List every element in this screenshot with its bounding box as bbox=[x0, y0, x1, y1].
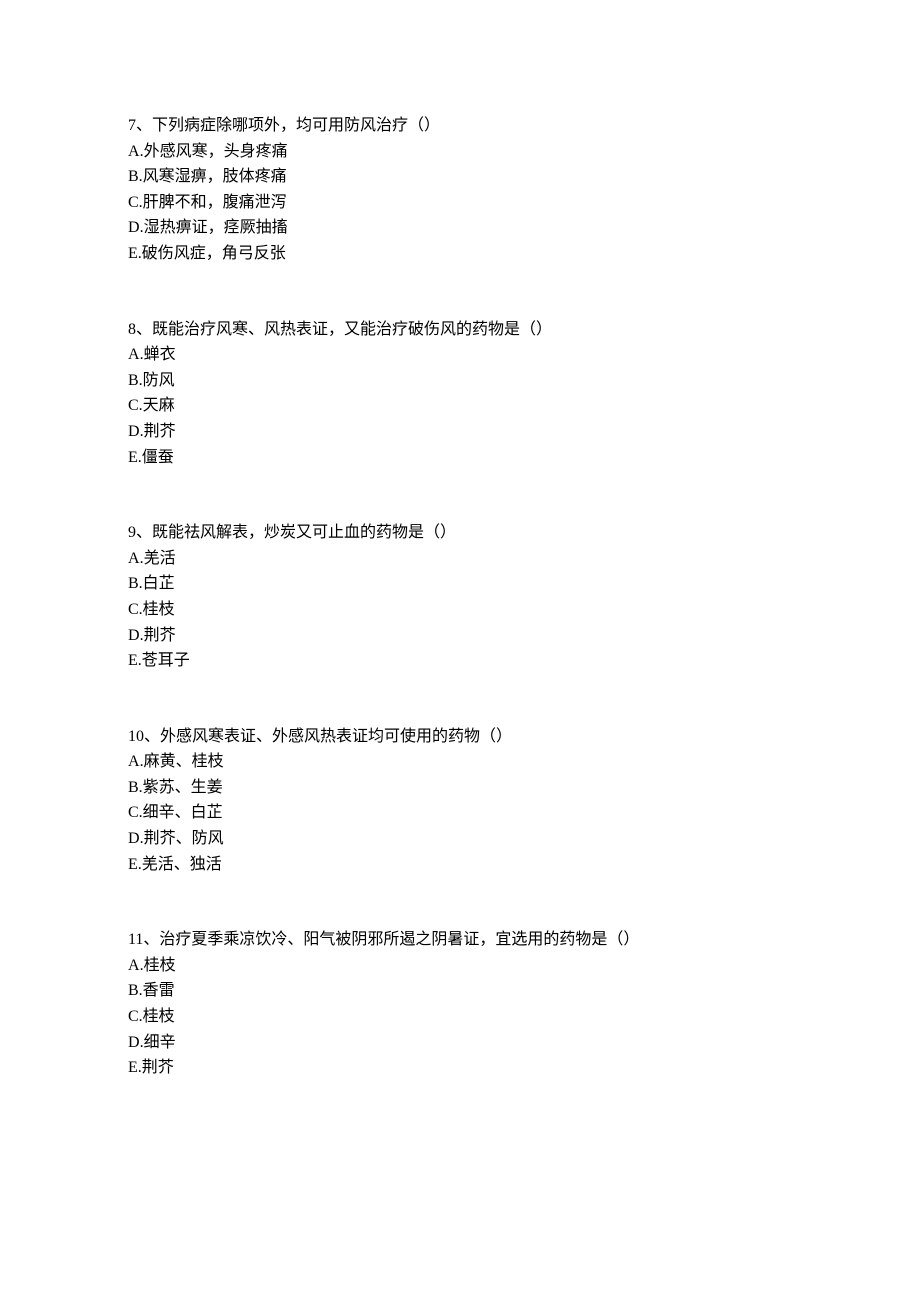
option-c: C.天麻 bbox=[128, 393, 920, 419]
option-b: B.防风 bbox=[128, 368, 920, 394]
question-text: 8、既能治疗风寒、风热表证，又能治疗破伤风的药物是（） bbox=[128, 317, 920, 343]
question-stem: 既能治疗风寒、风热表证，又能治疗破伤风的药物是（） bbox=[152, 321, 552, 338]
question-block-11: 11、治疗夏季乘凉饮冷、阳气被阴邪所遏之阴暑证，宜选用的药物是（） A.桂枝 B… bbox=[128, 927, 920, 1081]
question-text: 10、外感风寒表证、外感风热表证均可使用的药物（） bbox=[128, 724, 920, 750]
option-e: E.荆芥 bbox=[128, 1055, 920, 1081]
option-b: B.风寒湿痹，肢体疼痛 bbox=[128, 164, 920, 190]
question-block-8: 8、既能治疗风寒、风热表证，又能治疗破伤风的药物是（） A.蝉衣 B.防风 C.… bbox=[128, 317, 920, 471]
option-d: D.湿热痹证，痉厥抽搐 bbox=[128, 215, 920, 241]
option-b: B.紫苏、生姜 bbox=[128, 775, 920, 801]
question-number: 9 bbox=[128, 524, 136, 541]
option-d: D.细辛 bbox=[128, 1030, 920, 1056]
option-c: C.细辛、白芷 bbox=[128, 800, 920, 826]
question-number: 10 bbox=[128, 728, 144, 745]
option-e: E.羌活、独活 bbox=[128, 852, 920, 878]
option-c: C.肝脾不和，腹痛泄泻 bbox=[128, 190, 920, 216]
option-a: A.羌活 bbox=[128, 546, 920, 572]
question-stem: 下列病症除哪项外，均可用防风治疗（） bbox=[152, 117, 440, 134]
option-d: D.荆芥 bbox=[128, 419, 920, 445]
question-number: 8 bbox=[128, 321, 136, 338]
question-text: 9、既能祛风解表，炒炭又可止血的药物是（） bbox=[128, 520, 920, 546]
option-a: A.桂枝 bbox=[128, 953, 920, 979]
option-b: B.香雷 bbox=[128, 978, 920, 1004]
option-d: D.荆芥 bbox=[128, 623, 920, 649]
option-a: A.麻黄、桂枝 bbox=[128, 749, 920, 775]
question-block-9: 9、既能祛风解表，炒炭又可止血的药物是（） A.羌活 B.白芷 C.桂枝 D.荆… bbox=[128, 520, 920, 674]
option-a: A.蝉衣 bbox=[128, 342, 920, 368]
question-stem: 治疗夏季乘凉饮冷、阳气被阴邪所遏之阴暑证，宜选用的药物是（） bbox=[159, 931, 639, 948]
question-number: 7 bbox=[128, 117, 136, 134]
question-stem: 既能祛风解表，炒炭又可止血的药物是（） bbox=[152, 524, 456, 541]
question-number: 11 bbox=[128, 931, 143, 948]
option-c: C.桂枝 bbox=[128, 1004, 920, 1030]
question-block-10: 10、外感风寒表证、外感风热表证均可使用的药物（） A.麻黄、桂枝 B.紫苏、生… bbox=[128, 724, 920, 878]
question-text: 7、下列病症除哪项外，均可用防风治疗（） bbox=[128, 113, 920, 139]
option-c: C.桂枝 bbox=[128, 597, 920, 623]
question-stem: 外感风寒表证、外感风热表证均可使用的药物（） bbox=[160, 728, 512, 745]
option-e: E.僵蚕 bbox=[128, 445, 920, 471]
option-a: A.外感风寒，头身疼痛 bbox=[128, 139, 920, 165]
option-d: D.荆芥、防风 bbox=[128, 826, 920, 852]
option-e: E.破伤风症，角弓反张 bbox=[128, 241, 920, 267]
question-block-7: 7、下列病症除哪项外，均可用防风治疗（） A.外感风寒，头身疼痛 B.风寒湿痹，… bbox=[128, 113, 920, 267]
question-text: 11、治疗夏季乘凉饮冷、阳气被阴邪所遏之阴暑证，宜选用的药物是（） bbox=[128, 927, 920, 953]
option-b: B.白芷 bbox=[128, 571, 920, 597]
option-e: E.苍耳子 bbox=[128, 648, 920, 674]
document-content: 7、下列病症除哪项外，均可用防风治疗（） A.外感风寒，头身疼痛 B.风寒湿痹，… bbox=[128, 113, 920, 1081]
